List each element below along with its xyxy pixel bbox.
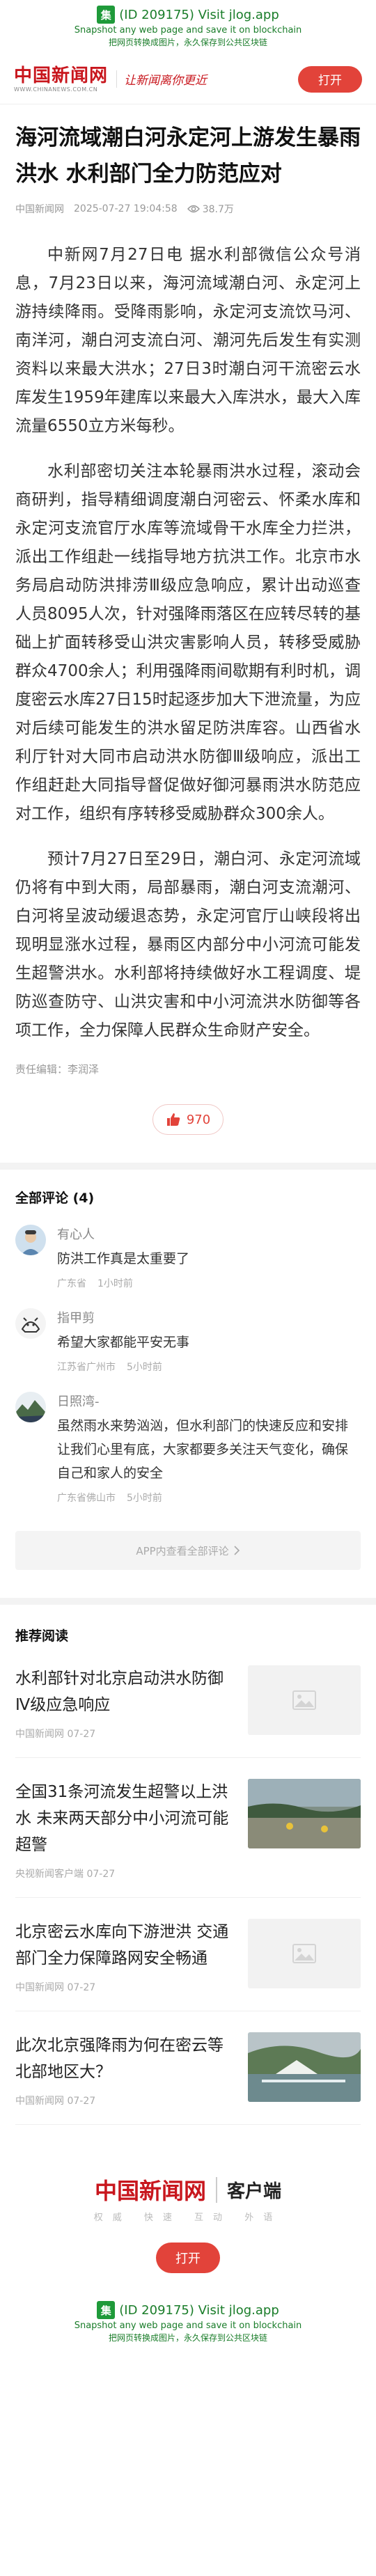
recommend-headline[interactable]: 北京密云水库向下游泄洪 交通部门全力保障路网安全畅通	[15, 1919, 235, 1972]
comment-time: 1小时前	[97, 1278, 133, 1289]
comment-text: 防洪工作真是太重要了	[57, 1251, 190, 1266]
comment-location: 广东省	[57, 1278, 86, 1289]
article-meta: 中国新闻网 2025-07-27 19:04:58 38.7万	[15, 202, 361, 216]
footer-tags: 权威 快速 互动 外语	[93, 2213, 283, 2223]
recommend-thumbnail[interactable]	[248, 1779, 361, 1848]
paragraph: 预计7月27日至29日，潮白河、永定河流域仍将有中到大雨，局部暴雨，潮白河支流潮…	[15, 850, 361, 1039]
image-placeholder-icon	[248, 1919, 361, 1988]
brand[interactable]: 中国新闻网 WWW.CHINANEWS.COM.CN 让新闻离你更近	[14, 65, 207, 93]
footer-brand: 中国新闻网 客户端	[0, 2174, 376, 2206]
like-count: 970	[186, 1112, 211, 1127]
footer-open-app-button[interactable]: 打开	[156, 2243, 220, 2273]
thumbs-up-icon	[166, 1113, 180, 1126]
article-datetime: 2025-07-27 19:04:58	[74, 203, 178, 214]
comment-meta: 广东省 1小时前	[57, 1276, 361, 1290]
app-header: 中国新闻网 WWW.CHINANEWS.COM.CN 让新闻离你更近 打开	[0, 54, 376, 104]
recommend-item[interactable]: 水利部针对北京启动洪水防御Ⅳ级应急响应 中国新闻网 07-27	[15, 1644, 361, 1758]
comment-location: 广东省佛山市	[57, 1493, 116, 1504]
jlog-title[interactable]: 集 (ID 209175) Visit jlog.app	[0, 2301, 376, 2319]
footer-app-label: 客户端	[216, 2176, 281, 2203]
jlog-subtitle-cn: 把网页转换成图片，永久保存到公共区块链	[108, 38, 267, 47]
article-title: 海河流域潮白河永定河上游发生暴雨洪水 水利部门全力防范应对	[15, 125, 361, 187]
like-area: 970	[15, 1104, 361, 1135]
open-app-button[interactable]: 打开	[298, 65, 362, 93]
section-divider	[0, 1163, 376, 1170]
jlog-subtitle-en: Snapshot any web page and save it on blo…	[74, 25, 302, 36]
comments-section: 全部评论 (4) 有心人 防洪工作真是太重要了 广东省 1小时前 指甲剪 希望大…	[0, 1188, 376, 1570]
jlog-banner-bottom[interactable]: 集 (ID 209175) Visit jlog.app Snapshot an…	[0, 2301, 376, 2343]
comment-meta: 广东省佛山市 5小时前	[57, 1491, 361, 1505]
comment-author[interactable]: 日照湾-	[57, 1392, 361, 1410]
recommend-headline[interactable]: 水利部针对北京启动洪水防御Ⅳ级应急响应	[15, 1665, 235, 1718]
comment-time: 5小时前	[127, 1362, 162, 1373]
footer-logo: 中国新闻网	[94, 2178, 206, 2204]
eye-icon	[187, 205, 200, 213]
jlog-banner[interactable]: 集 (ID 209175) Visit jlog.app Snapshot an…	[0, 0, 376, 54]
site-logo: 中国新闻网 WWW.CHINANEWS.COM.CN	[14, 65, 108, 93]
image-placeholder-icon	[248, 1665, 361, 1735]
recommend-meta: 中国新闻网 07-27	[15, 1729, 96, 1740]
jlog-id-text: (ID 209175) Visit jlog.app	[119, 7, 279, 22]
jlog-logo-icon: 集	[97, 2301, 116, 2319]
comment-item: 有心人 防洪工作真是太重要了 广东省 1小时前	[15, 1225, 361, 1290]
comment-item: 日照湾- 虽然雨水来势汹汹，但水利部门的快速反应和安排让我们心里有底，大家都要多…	[15, 1392, 361, 1505]
jlog-title[interactable]: 集 (ID 209175) Visit jlog.app	[0, 6, 376, 24]
recommend-meta: 央视新闻客户端 07-27	[15, 1869, 116, 1880]
jlog-subtitle-cn: 把网页转换成图片，永久保存到公共区块链	[108, 2333, 267, 2343]
avatar[interactable]	[15, 1308, 46, 1339]
jlog-logo-icon: 集	[97, 6, 116, 24]
like-button[interactable]: 970	[152, 1104, 224, 1135]
recommend-meta: 中国新闻网 07-27	[15, 1982, 96, 1993]
section-divider	[0, 1598, 376, 1605]
avatar[interactable]	[15, 1225, 46, 1255]
comment-meta: 江苏省广州市 5小时前	[57, 1360, 361, 1374]
site-slogan: 让新闻离你更近	[116, 70, 207, 88]
view-count: 38.7万	[187, 202, 234, 216]
article-source: 中国新闻网	[15, 204, 64, 215]
comment-location: 江苏省广州市	[57, 1362, 116, 1373]
paragraph: 中新网7月27日电 据水利部微信公众号消息，7月23日以来，海河流域潮白河、永定…	[15, 246, 361, 435]
article-body: 中新网7月27日电 据水利部微信公众号消息，7月23日以来，海河流域潮白河、永定…	[15, 241, 361, 1045]
jlog-subtitle-en: Snapshot any web page and save it on blo…	[74, 2320, 302, 2331]
recommend-thumbnail[interactable]	[248, 2032, 361, 2102]
recommend-meta: 中国新闻网 07-27	[15, 2096, 96, 2107]
comment-item: 指甲剪 希望大家都能平安无事 江苏省广州市 5小时前	[15, 1308, 361, 1374]
view-count-value: 38.7万	[202, 204, 234, 215]
recommend-headline[interactable]: 此次北京强降雨为何在密云等北部地区大？	[15, 2032, 235, 2085]
site-logo-text: 中国新闻网	[14, 65, 109, 86]
comment-text: 虽然雨水来势汹汹，但水利部门的快速反应和安排让我们心里有底，大家都要多关注天气变…	[57, 1418, 349, 1481]
recommend-item[interactable]: 北京密云水库向下游泄洪 交通部门全力保障路网安全畅通 中国新闻网 07-27	[15, 1898, 361, 2011]
recommend-headline[interactable]: 全国31条河流发生超警以上洪水 未来两天部分中小河流可能超警	[15, 1779, 235, 1858]
view-all-comments-label: APP内查看全部评论	[136, 1544, 229, 1557]
recommend-section: 推荐阅读 水利部针对北京启动洪水防御Ⅳ级应急响应 中国新闻网 07-27 全国3…	[0, 1626, 376, 2125]
comment-time: 5小时前	[127, 1493, 162, 1504]
paragraph: 水利部密切关注本轮暴雨洪水过程，滚动会商研判，指导精细调度潮白河密云、怀柔水库和…	[15, 462, 361, 823]
comment-author[interactable]: 有心人	[57, 1225, 361, 1243]
jlog-id-text: (ID 209175) Visit jlog.app	[119, 2302, 279, 2318]
comment-author[interactable]: 指甲剪	[57, 1308, 361, 1326]
recommend-title: 推荐阅读	[15, 1628, 69, 1644]
view-all-comments-button[interactable]: APP内查看全部评论	[15, 1531, 361, 1570]
comment-text: 希望大家都能平安无事	[57, 1335, 190, 1350]
site-logo-url: WWW.CHINANEWS.COM.CN	[14, 86, 98, 93]
recommend-item[interactable]: 此次北京强降雨为何在密云等北部地区大？ 中国新闻网 07-27	[15, 2011, 361, 2125]
responsible-editor: 责任编辑：李润泽	[15, 1063, 100, 1076]
chevron-right-icon	[234, 1546, 240, 1555]
avatar[interactable]	[15, 1392, 46, 1422]
recommend-item[interactable]: 全国31条河流发生超警以上洪水 未来两天部分中小河流可能超警 央视新闻客户端 0…	[15, 1758, 361, 1898]
comments-title: 全部评论 (4)	[15, 1191, 95, 1206]
app-footer: 中国新闻网 客户端 权威 快速 互动 外语 打开 集 (ID 209175) V…	[0, 2174, 376, 2343]
article: 海河流域潮白河永定河上游发生暴雨洪水 水利部门全力防范应对 中国新闻网 2025…	[0, 120, 376, 1135]
